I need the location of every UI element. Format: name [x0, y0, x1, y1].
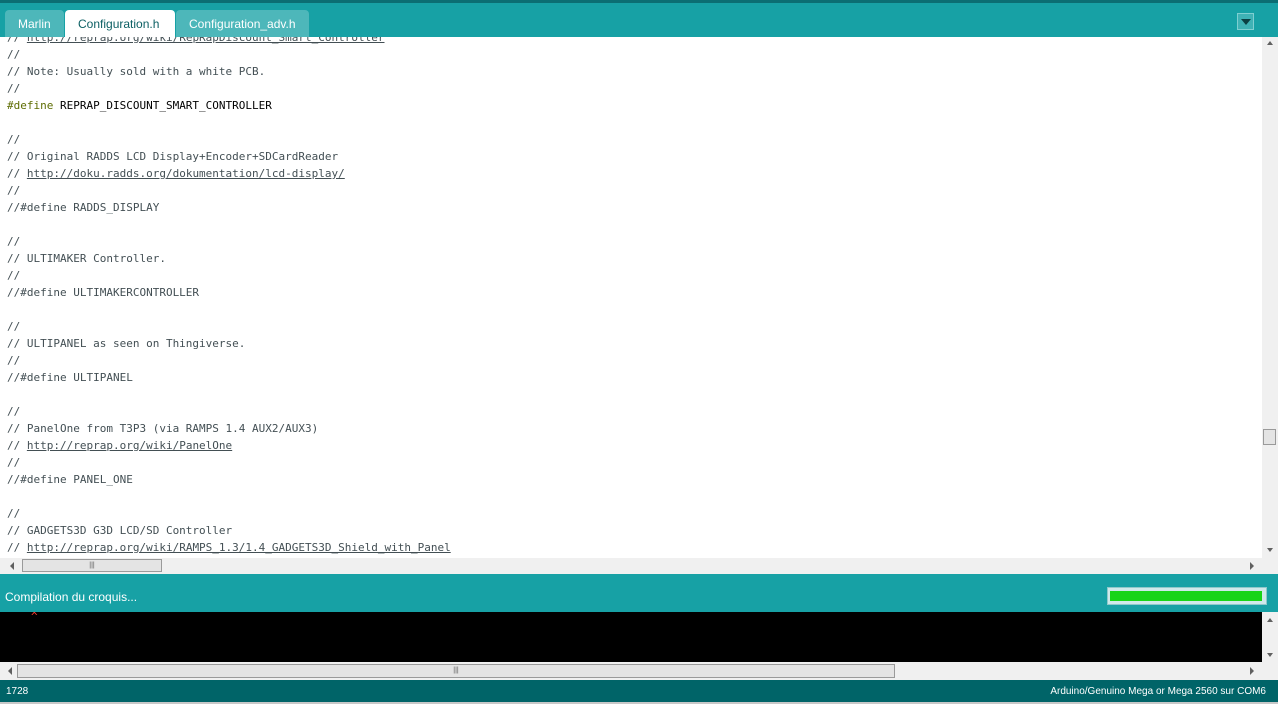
code-line: // — [7, 505, 451, 522]
tab-marlin[interactable]: Marlin — [5, 10, 64, 39]
code-line: // — [7, 131, 451, 148]
code-line: // Note: Usually sold with a white PCB. — [7, 63, 451, 80]
code-token: // — [7, 541, 27, 554]
vertical-scroll-thumb[interactable] — [1263, 429, 1276, 445]
code-token: // Original RADDS LCD Display+Encoder+SD… — [7, 150, 339, 163]
code-line: // http://doku.radds.org/dokumentation/l… — [7, 165, 451, 182]
code-line: //#define RADDS_DISPLAY — [7, 199, 451, 216]
code-line: // ULTIMAKER Controller. — [7, 250, 451, 267]
code-token: // — [7, 439, 27, 452]
code-token: // — [7, 456, 21, 469]
code-token: // — [7, 48, 21, 61]
scroll-down-arrow-icon[interactable] — [1267, 653, 1273, 657]
editor-horizontal-scrollbar[interactable]: ||| — [0, 558, 1262, 574]
chevron-down-icon — [1241, 19, 1251, 25]
scroll-down-arrow-icon[interactable] — [1267, 548, 1273, 552]
status-message: Compilation du croquis... — [5, 590, 138, 604]
code-line: // PanelOne from T3P3 (via RAMPS 1.4 AUX… — [7, 420, 451, 437]
code-token: // — [7, 235, 21, 248]
code-keyword: #define — [7, 99, 54, 112]
horizontal-scroll-thumb[interactable]: ||| — [22, 559, 162, 572]
code-token: // — [7, 167, 27, 180]
code-token: // ULTIPANEL as seen on Thingiverse. — [7, 337, 246, 350]
console-line: ^ — [31, 612, 38, 623]
code-line: //#define ULTIPANEL — [7, 369, 451, 386]
tab-configuration-h[interactable]: Configuration.h — [65, 10, 175, 39]
code-line: // ULTIPANEL as seen on Thingiverse. — [7, 335, 451, 352]
progress-bar — [1107, 587, 1267, 605]
code-token: // — [7, 37, 27, 44]
code-token: //#define PANEL_ONE — [7, 473, 133, 486]
code-token: // PanelOne from T3P3 (via RAMPS 1.4 AUX… — [7, 422, 319, 435]
progress-fill — [1110, 591, 1262, 601]
code-token: // — [7, 507, 21, 520]
code-token: // — [7, 354, 21, 367]
code-line: // — [7, 318, 451, 335]
code-line: // — [7, 403, 451, 420]
code-token: REPRAP_DISCOUNT_SMART_CONTROLLER — [53, 99, 272, 112]
code-token: // — [7, 320, 21, 333]
code-token: // GADGETS3D G3D LCD/SD Controller — [7, 524, 233, 537]
code-line: // — [7, 352, 451, 369]
code-token: // ULTIMAKER Controller. — [7, 252, 166, 265]
code-line: // http://reprap.org/wiki/RepRapDiscount… — [7, 37, 451, 46]
code-token: //#define RADDS_DISPLAY — [7, 201, 160, 214]
code-line: // — [7, 182, 451, 199]
editor-vertical-scrollbar[interactable] — [1262, 37, 1278, 558]
line-number: 1728 — [6, 686, 29, 697]
code-link[interactable]: http://reprap.org/wiki/RAMPS_1.3/1.4_GAD… — [27, 541, 451, 554]
footer-bar: 1728 Arduino/Genuino Mega or Mega 2560 s… — [0, 680, 1278, 704]
code-line: // — [7, 80, 451, 97]
code-link[interactable]: http://doku.radds.org/dokumentation/lcd-… — [27, 167, 345, 180]
code-line: // http://reprap.org/wiki/RAMPS_1.3/1.4_… — [7, 539, 451, 556]
code-token: // — [7, 82, 21, 95]
scroll-left-arrow-icon[interactable] — [10, 562, 14, 570]
scroll-left-arrow-icon[interactable] — [8, 667, 12, 675]
console-horizontal-scrollbar[interactable]: ||| — [0, 662, 1262, 680]
code-line: //#define ULTIMAKERCONTROLLER — [7, 284, 451, 301]
code-line: // — [7, 46, 451, 63]
board-info: Arduino/Genuino Mega or Mega 2560 sur CO… — [1050, 686, 1266, 697]
tab-configuration-adv-h[interactable]: Configuration_adv.h — [176, 10, 309, 39]
scroll-right-arrow-icon[interactable] — [1250, 562, 1254, 570]
scroll-right-arrow-icon[interactable] — [1250, 667, 1254, 675]
scroll-up-arrow-icon[interactable] — [1267, 618, 1273, 622]
code-token: // — [7, 133, 21, 146]
tab-menu-button[interactable] — [1237, 13, 1254, 30]
code-line: // Original RADDS LCD Display+Encoder+SD… — [7, 148, 451, 165]
code-link[interactable]: http://reprap.org/wiki/RepRapDiscount_Sm… — [27, 37, 385, 44]
code-line: //#define PANEL_ONE — [7, 471, 451, 488]
status-bar: Compilation du croquis... — [0, 576, 1278, 612]
code-editor[interactable]: // http://reprap.org/wiki/RepRapDiscount… — [0, 37, 1262, 558]
code-line: #define REPRAP_DISCOUNT_SMART_CONTROLLER — [7, 97, 451, 114]
code-line: // — [7, 233, 451, 250]
code-token: //#define ULTIMAKERCONTROLLER — [7, 286, 200, 299]
scrollbar-corner — [1262, 558, 1278, 574]
code-token: // — [7, 184, 21, 197]
code-link[interactable]: http://reprap.org/wiki/PanelOne — [27, 439, 232, 452]
code-line: // — [7, 454, 451, 471]
code-token: // Note: Usually sold with a white PCB. — [7, 65, 266, 78]
code-text: // http://reprap.org/wiki/RepRapDiscount… — [7, 37, 451, 556]
console-output[interactable]: ^ — [0, 612, 1262, 662]
console-vertical-scrollbar[interactable] — [1262, 612, 1278, 662]
code-token: // — [7, 405, 21, 418]
code-line: // GADGETS3D G3D LCD/SD Controller — [7, 522, 451, 539]
scroll-up-arrow-icon[interactable] — [1267, 41, 1273, 45]
code-line: // — [7, 267, 451, 284]
console-horizontal-scroll-thumb[interactable]: ||| — [17, 664, 895, 678]
code-token: //#define ULTIPANEL — [7, 371, 133, 384]
tab-bar: Marlin Configuration.h Configuration_adv… — [0, 0, 1278, 39]
code-token: // — [7, 269, 21, 282]
code-line: // http://reprap.org/wiki/PanelOne — [7, 437, 451, 454]
scrollbar-corner — [1262, 662, 1278, 680]
